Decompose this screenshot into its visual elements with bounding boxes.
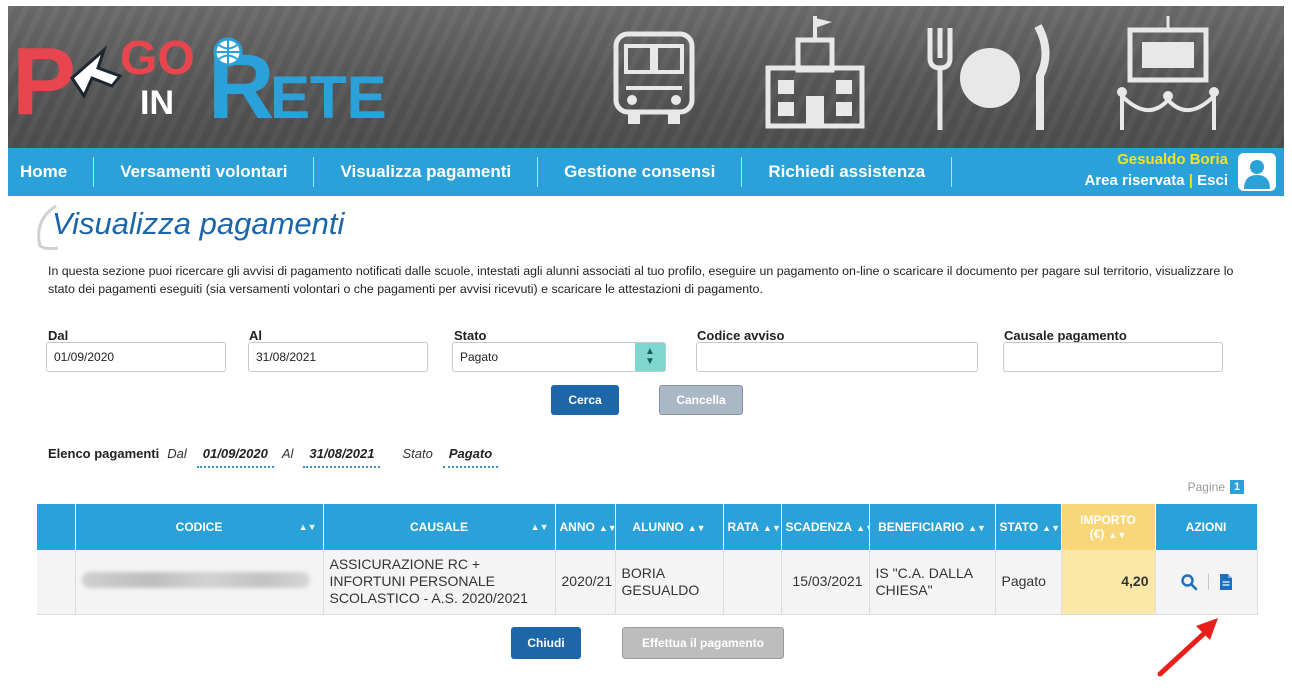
svg-text:IN: IN xyxy=(140,84,174,122)
scadenza-cell: 15/03/2021 xyxy=(781,550,870,615)
effettua-pagamento-button[interactable]: Effettua il pagamento xyxy=(622,627,784,659)
payments-table: CODICE ▲▼ CAUSALE ▲▼ ANNO ▲▼ ALUNNO ▲▼ RATA ▲… xyxy=(37,504,1258,615)
causale-label: Causale pagamento xyxy=(1004,328,1127,343)
svg-text:ETE: ETE xyxy=(270,64,387,131)
sort-icon[interactable]: ▲▼ xyxy=(599,523,617,533)
elenco-summary: Elenco pagamenti Dal 01/09/2020 Al 31/08… xyxy=(48,446,499,468)
dal-date-field[interactable]: 01/09/2020 xyxy=(46,342,226,372)
causale-cell: ASSICURAZIONE RC + INFORTUNI PERSONALE S… xyxy=(323,550,556,615)
user-avatar-icon[interactable] xyxy=(1238,153,1276,191)
beneficiario-cell: IS "C.A. DALLA CHIESA" xyxy=(869,550,996,615)
codice-avviso-label: Codice avviso xyxy=(697,328,785,343)
sort-icon[interactable]: ▲▼ xyxy=(299,522,317,532)
action-separator xyxy=(1207,573,1209,590)
sort-icon[interactable]: ▲▼ xyxy=(968,523,986,533)
row-select-cell xyxy=(37,550,76,615)
school-building-icon xyxy=(765,16,865,129)
stato-cell: Pagato xyxy=(995,550,1062,615)
table-header-row: CODICE ▲▼ CAUSALE ▲▼ ANNO ▲▼ ALUNNO ▲▼ RATA ▲… xyxy=(37,504,1258,550)
area-riservata-link[interactable]: Area riservata xyxy=(1085,172,1185,189)
sort-icon[interactable]: ▲▼ xyxy=(763,523,781,533)
summary-stato-label: Stato xyxy=(402,446,433,461)
pagination-label: Pagine xyxy=(1187,480,1225,494)
causale-input[interactable] xyxy=(1003,342,1223,372)
search-icon[interactable] xyxy=(1180,573,1198,591)
al-date-field[interactable]: 31/08/2021 xyxy=(248,342,428,372)
summary-stato-value: Pagato xyxy=(442,446,499,468)
page-intro: In questa sezione puoi ricercare gli avv… xyxy=(48,264,1234,296)
importo-cell: 4,20 xyxy=(1061,550,1156,615)
alunno-header[interactable]: ALUNNO ▲▼ xyxy=(615,504,724,550)
redacted-code xyxy=(81,571,310,588)
header-banner: P GO IN R ETE xyxy=(8,6,1284,148)
codice-header[interactable]: CODICE ▲▼ xyxy=(75,504,324,550)
select-updown-icon[interactable]: ▲ ▼ xyxy=(635,343,665,371)
rata-cell xyxy=(723,550,782,615)
pagination: Pagine 1 xyxy=(1188,480,1244,494)
codice-cell xyxy=(75,550,324,615)
sort-icon[interactable]: ▲▼ xyxy=(1042,523,1060,533)
svg-text:GO: GO xyxy=(120,32,195,85)
summary-al-label: Al xyxy=(281,446,294,461)
importo-header[interactable]: IMPORTO (€) ▲▼ xyxy=(1061,504,1156,550)
table-row: ASSICURAZIONE RC + INFORTUNI PERSONALE S… xyxy=(37,550,1258,615)
nav-home[interactable]: Home xyxy=(8,157,95,187)
scadenza-header[interactable]: SCADENZA ▲▼ xyxy=(781,504,874,550)
elenco-title: Elenco pagamenti xyxy=(48,446,160,461)
nav-versamenti-volontari[interactable]: Versamenti volontari xyxy=(94,157,315,187)
stato-label: Stato xyxy=(454,328,487,343)
sort-icon[interactable]: ▲▼ xyxy=(688,523,706,533)
anno-cell: 2020/21 xyxy=(555,550,616,615)
page-title: Visualizza pagamenti xyxy=(52,206,345,241)
document-icon[interactable] xyxy=(1219,573,1233,591)
annotation-arrow-icon xyxy=(1157,618,1218,677)
rata-header[interactable]: RATA ▲▼ xyxy=(723,504,782,550)
azioni-header: AZIONI xyxy=(1155,504,1258,550)
separator: | xyxy=(1188,172,1193,189)
anno-header[interactable]: ANNO ▲▼ xyxy=(555,504,617,550)
azioni-cell xyxy=(1155,550,1258,615)
al-label: Al xyxy=(249,328,262,343)
school-bus-icon xyxy=(613,31,695,124)
dal-label: Dal xyxy=(48,328,69,343)
causale-header[interactable]: CAUSALE ▲▼ xyxy=(323,504,556,550)
summary-dal-label: Dal xyxy=(167,446,187,461)
codice-avviso-input[interactable] xyxy=(696,342,978,372)
svg-text:P: P xyxy=(12,28,76,135)
summary-dal-value: 01/09/2020 xyxy=(196,446,274,468)
summary-al-value: 31/08/2021 xyxy=(303,446,381,468)
cancella-button[interactable]: Cancella xyxy=(659,385,743,415)
alunno-cell: BORIA GESUALDO xyxy=(615,550,724,615)
pago-in-rete-logo[interactable]: P GO IN R ETE xyxy=(8,16,388,136)
nav-richiedi-assistenza[interactable]: Richiedi assistenza xyxy=(742,157,953,187)
beneficiario-header[interactable]: BENEFICIARIO ▲▼ xyxy=(869,504,996,550)
stato-header[interactable]: STATO ▲▼ xyxy=(995,504,1062,550)
page-number-button[interactable]: 1 xyxy=(1230,480,1244,494)
sort-icon[interactable]: ▲▼ xyxy=(531,522,549,532)
stato-select[interactable]: Pagato ▲ ▼ xyxy=(452,342,666,372)
user-name: Gesualdo Boria xyxy=(1117,151,1228,168)
select-column-header xyxy=(37,504,76,550)
esci-link[interactable]: Esci xyxy=(1197,172,1228,189)
museum-painting-icon xyxy=(1117,16,1219,130)
cerca-button[interactable]: Cerca xyxy=(551,385,619,415)
user-box: Gesualdo Boria Area riservata | Esci xyxy=(1085,150,1228,192)
main-navigation: Home Versamenti volontari Visualizza pag… xyxy=(8,148,1284,196)
fork-plate-knife-icon xyxy=(927,24,1050,130)
chiudi-button[interactable]: Chiudi xyxy=(511,627,581,659)
cursor-arrow-icon xyxy=(70,45,123,100)
nav-visualizza-pagamenti[interactable]: Visualizza pagamenti xyxy=(314,157,539,187)
sort-icon[interactable]: ▲▼ xyxy=(1108,530,1126,540)
nav-gestione-consensi[interactable]: Gestione consensi xyxy=(538,157,743,187)
stato-selected-value: Pagato xyxy=(460,350,499,364)
